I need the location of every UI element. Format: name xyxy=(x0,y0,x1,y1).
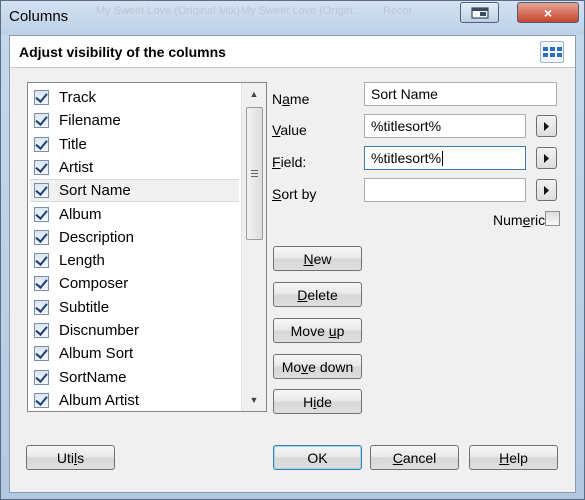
utils-button[interactable]: Uti l s xyxy=(26,445,115,470)
column-label: Sort Name xyxy=(59,182,131,200)
column-visibility-checkbox[interactable] xyxy=(34,113,49,129)
triangle-right-icon xyxy=(544,121,549,131)
background-text: My Sweet Love (Original Mix) xyxy=(96,5,240,17)
column-list-item[interactable]: Subtitle xyxy=(30,296,239,319)
column-list-item[interactable]: Composer xyxy=(30,272,239,295)
column-label: Filename xyxy=(59,112,121,130)
close-button[interactable]: × xyxy=(517,2,579,23)
move-up-button[interactable]: Move up xyxy=(273,318,362,343)
column-label: SortName xyxy=(59,368,127,386)
text-caret xyxy=(442,150,444,166)
column-visibility-checkbox[interactable] xyxy=(34,369,49,385)
field-insert-button[interactable] xyxy=(536,147,557,169)
background-text: Recor xyxy=(383,5,413,17)
column-label: Discnumber xyxy=(59,322,140,339)
column-list-item[interactable]: Filename xyxy=(30,109,239,132)
window-restore-icon xyxy=(470,6,489,19)
column-list-item[interactable]: Length xyxy=(30,249,239,272)
column-label: Title xyxy=(59,135,87,153)
dialog-header: Adjust visibility of the columns xyxy=(10,36,575,68)
name-label: Name xyxy=(272,91,310,107)
column-list-item[interactable]: Track xyxy=(30,86,239,109)
triangle-right-icon xyxy=(544,153,549,163)
column-visibility-checkbox[interactable] xyxy=(34,229,49,245)
column-visibility-checkbox[interactable] xyxy=(34,276,49,292)
dialog-body: Adjust visibility of the columns Track Fi… xyxy=(9,35,576,493)
column-visibility-checkbox[interactable] xyxy=(34,323,49,338)
sort-by-insert-button[interactable] xyxy=(536,179,557,201)
column-label: Description xyxy=(59,228,135,246)
column-list-item[interactable]: Title xyxy=(30,133,239,156)
column-list-item[interactable]: Discnumber xyxy=(30,319,239,342)
close-icon: × xyxy=(543,4,553,21)
column-visibility-checkbox[interactable] xyxy=(34,183,49,199)
numeric-checkbox[interactable] xyxy=(545,211,560,226)
column-label: Album xyxy=(59,205,102,223)
scroll-up-icon[interactable]: ▲ xyxy=(242,85,266,103)
delete-button[interactable]: Delete xyxy=(273,282,362,307)
new-button[interactable]: New xyxy=(273,246,362,271)
column-visibility-checkbox[interactable] xyxy=(34,346,49,362)
numeric-label: Numeric xyxy=(493,212,546,228)
value-label: Value xyxy=(272,122,307,138)
column-visibility-checkbox[interactable] xyxy=(34,90,49,105)
column-list-item[interactable]: Description xyxy=(30,226,239,249)
column-label: Album Artist xyxy=(59,391,140,409)
column-label: Length xyxy=(59,252,105,270)
triangle-right-icon xyxy=(544,185,549,195)
dialog-header-title: Adjust visibility of the columns xyxy=(19,44,226,60)
sort-by-label: Sort by xyxy=(272,186,317,202)
help-button[interactable]: Help xyxy=(469,445,558,470)
column-visibility-checkbox[interactable] xyxy=(34,299,49,315)
column-label: Album Sort xyxy=(59,345,134,363)
columns-dialog-window: Columns My Sweet Love (Original Mix) My … xyxy=(0,0,585,500)
column-list-item[interactable]: Sort Name xyxy=(30,179,239,203)
column-label: Artist xyxy=(59,158,94,176)
column-label: Subtitle xyxy=(59,298,110,316)
scroll-down-icon[interactable]: ▼ xyxy=(242,391,266,409)
column-list-item[interactable]: Album Sort xyxy=(30,342,239,365)
field-input[interactable]: %titlesort% xyxy=(364,146,526,170)
name-input[interactable]: Sort Name xyxy=(364,82,557,106)
background-text: My Sweet Love (Origin... xyxy=(241,5,362,17)
column-list-item[interactable]: Artist xyxy=(30,156,239,179)
columns-list[interactable]: Track Filename Title Artist Sort Name Album De… xyxy=(27,82,267,412)
column-visibility-checkbox[interactable] xyxy=(34,206,49,222)
cancel-button[interactable]: Cancel xyxy=(370,445,459,470)
column-list-item[interactable]: Album Artist xyxy=(30,389,239,412)
sort-by-input[interactable] xyxy=(364,178,526,202)
field-label: Field: xyxy=(272,154,307,170)
hide-button[interactable]: Hi de xyxy=(273,389,362,414)
column-visibility-checkbox[interactable] xyxy=(34,253,49,269)
move-down-button[interactable]: Mo v e down xyxy=(273,354,362,379)
column-label: Track xyxy=(59,89,96,106)
column-visibility-checkbox[interactable] xyxy=(34,136,49,152)
column-visibility-checkbox[interactable] xyxy=(34,159,49,175)
value-insert-button[interactable] xyxy=(536,115,557,137)
column-layout-icon[interactable] xyxy=(540,41,564,63)
column-label: Composer xyxy=(59,275,129,293)
column-list-item[interactable]: Album xyxy=(30,203,239,226)
scroll-thumb[interactable] xyxy=(246,107,263,240)
title-bar[interactable]: Columns My Sweet Love (Original Mix) My … xyxy=(1,1,584,35)
restore-button[interactable] xyxy=(460,2,499,23)
window-title: Columns xyxy=(9,8,69,25)
column-visibility-checkbox[interactable] xyxy=(34,392,49,408)
value-input[interactable]: %titlesort% xyxy=(364,114,526,138)
list-scrollbar[interactable]: ▲ ▼ xyxy=(241,83,266,411)
column-list-item[interactable]: SortName xyxy=(30,366,239,389)
ok-button[interactable]: OK xyxy=(273,445,362,470)
